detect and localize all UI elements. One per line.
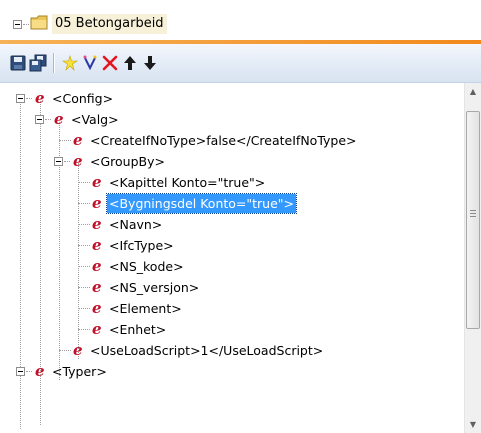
tree-node-bygningsdel[interactable]: e <Bygningsdel Konto="true"> <box>0 193 464 214</box>
tree-node-groupby[interactable]: e <GroupBy> <box>0 151 464 172</box>
tree-connector <box>59 140 71 141</box>
tree-connector <box>78 329 90 330</box>
node-label[interactable]: <CreateIfNoType>false</CreateIfNoType> <box>88 131 359 150</box>
element-icon: e <box>92 173 102 191</box>
new-attribute-icon[interactable] <box>80 53 100 73</box>
node-label[interactable]: <IfcType> <box>107 236 176 255</box>
tree-node-enhet[interactable]: e <Enhet> <box>0 319 464 340</box>
node-label[interactable]: <Typer> <box>50 362 109 381</box>
element-icon: e <box>92 236 102 254</box>
element-icon: e <box>92 278 102 296</box>
tree-connector <box>26 371 32 372</box>
tree-connector <box>78 224 90 225</box>
element-icon: e <box>92 257 102 275</box>
move-down-icon[interactable] <box>140 53 160 73</box>
element-icon: e <box>73 152 83 170</box>
tree-connector <box>78 308 90 309</box>
element-icon: e <box>54 110 64 128</box>
node-label[interactable]: <Enhet> <box>107 320 168 339</box>
folder-icon <box>30 15 48 30</box>
tree-connector <box>78 287 90 288</box>
node-label[interactable]: <Navn> <box>107 215 164 234</box>
node-label[interactable]: <NS_versjon> <box>107 278 201 297</box>
tree-node-config[interactable]: e <Config> <box>0 88 464 109</box>
tree-connector <box>78 245 90 246</box>
collapse-toggle[interactable] <box>16 367 25 376</box>
scroll-up-arrow-icon[interactable]: ▲ <box>465 83 481 100</box>
save-all-icon[interactable] <box>28 53 48 73</box>
move-up-icon[interactable] <box>120 53 140 73</box>
tree-connector <box>26 98 32 99</box>
xml-tree[interactable]: e <Config> e <Valg> e <CreateIfNoType>fa… <box>0 83 464 433</box>
folder-row[interactable]: 05 Betongarbeid <box>0 0 481 40</box>
element-icon: e <box>92 320 102 338</box>
tree-node-kapittel[interactable]: e <Kapittel Konto="true"> <box>0 172 464 193</box>
element-icon: e <box>92 299 102 317</box>
tree-node-createifnotype[interactable]: e <CreateIfNoType>false</CreateIfNoType> <box>0 130 464 151</box>
tree-node-valg[interactable]: e <Valg> <box>0 109 464 130</box>
element-icon: e <box>92 215 102 233</box>
element-icon: e <box>73 341 83 359</box>
toolbar <box>0 44 481 83</box>
node-label[interactable]: <GroupBy> <box>88 152 167 171</box>
tree-connector <box>64 161 70 162</box>
node-label[interactable]: <Config> <box>50 89 115 108</box>
node-label[interactable]: <NS_kode> <box>107 257 186 276</box>
grip-line <box>470 210 476 211</box>
vertical-scrollbar[interactable]: ▲ ▼ <box>464 83 481 433</box>
element-icon: e <box>35 89 45 107</box>
element-icon: e <box>35 362 45 380</box>
save-icon[interactable] <box>8 53 28 73</box>
tree-connector <box>23 24 29 25</box>
node-label[interactable]: <Valg> <box>69 110 121 129</box>
element-icon: e <box>92 194 102 212</box>
scroll-down-arrow-icon[interactable]: ▼ <box>465 416 481 433</box>
tree-node-ifctype[interactable]: e <IfcType> <box>0 235 464 256</box>
folder-title[interactable]: 05 Betongarbeid <box>52 14 167 34</box>
tree-connector <box>78 182 90 183</box>
grip-line <box>470 216 476 217</box>
tree-connector <box>59 350 71 351</box>
collapse-toggle[interactable] <box>35 115 44 124</box>
node-label[interactable]: <Kapittel Konto="true"> <box>107 173 267 192</box>
tree-node-useloadscript[interactable]: e <UseLoadScript>1</UseLoadScript> <box>0 340 464 361</box>
tree-node-element[interactable]: e <Element> <box>0 298 464 319</box>
new-element-icon[interactable] <box>60 53 80 73</box>
scrollbar-thumb[interactable] <box>466 111 480 329</box>
element-icon: e <box>73 131 83 149</box>
tree-node-typer[interactable]: e <Typer> <box>0 361 464 382</box>
collapse-toggle[interactable] <box>13 20 22 29</box>
tree-connector <box>78 203 90 204</box>
delete-icon[interactable] <box>100 53 120 73</box>
node-label[interactable]: <UseLoadScript>1</UseLoadScript> <box>88 341 325 360</box>
node-label[interactable]: <Element> <box>107 299 184 318</box>
tree-connector <box>78 266 90 267</box>
tree-node-ns-versjon[interactable]: e <NS_versjon> <box>0 277 464 298</box>
toolbar-separator <box>53 53 55 73</box>
tree-connector <box>45 119 51 120</box>
collapse-toggle[interactable] <box>16 94 25 103</box>
collapse-toggle[interactable] <box>54 157 63 166</box>
grip-line <box>470 213 476 214</box>
tree-node-ns-kode[interactable]: e <NS_kode> <box>0 256 464 277</box>
node-label-selected[interactable]: <Bygningsdel Konto="true"> <box>105 193 298 214</box>
tree-node-navn[interactable]: e <Navn> <box>0 214 464 235</box>
